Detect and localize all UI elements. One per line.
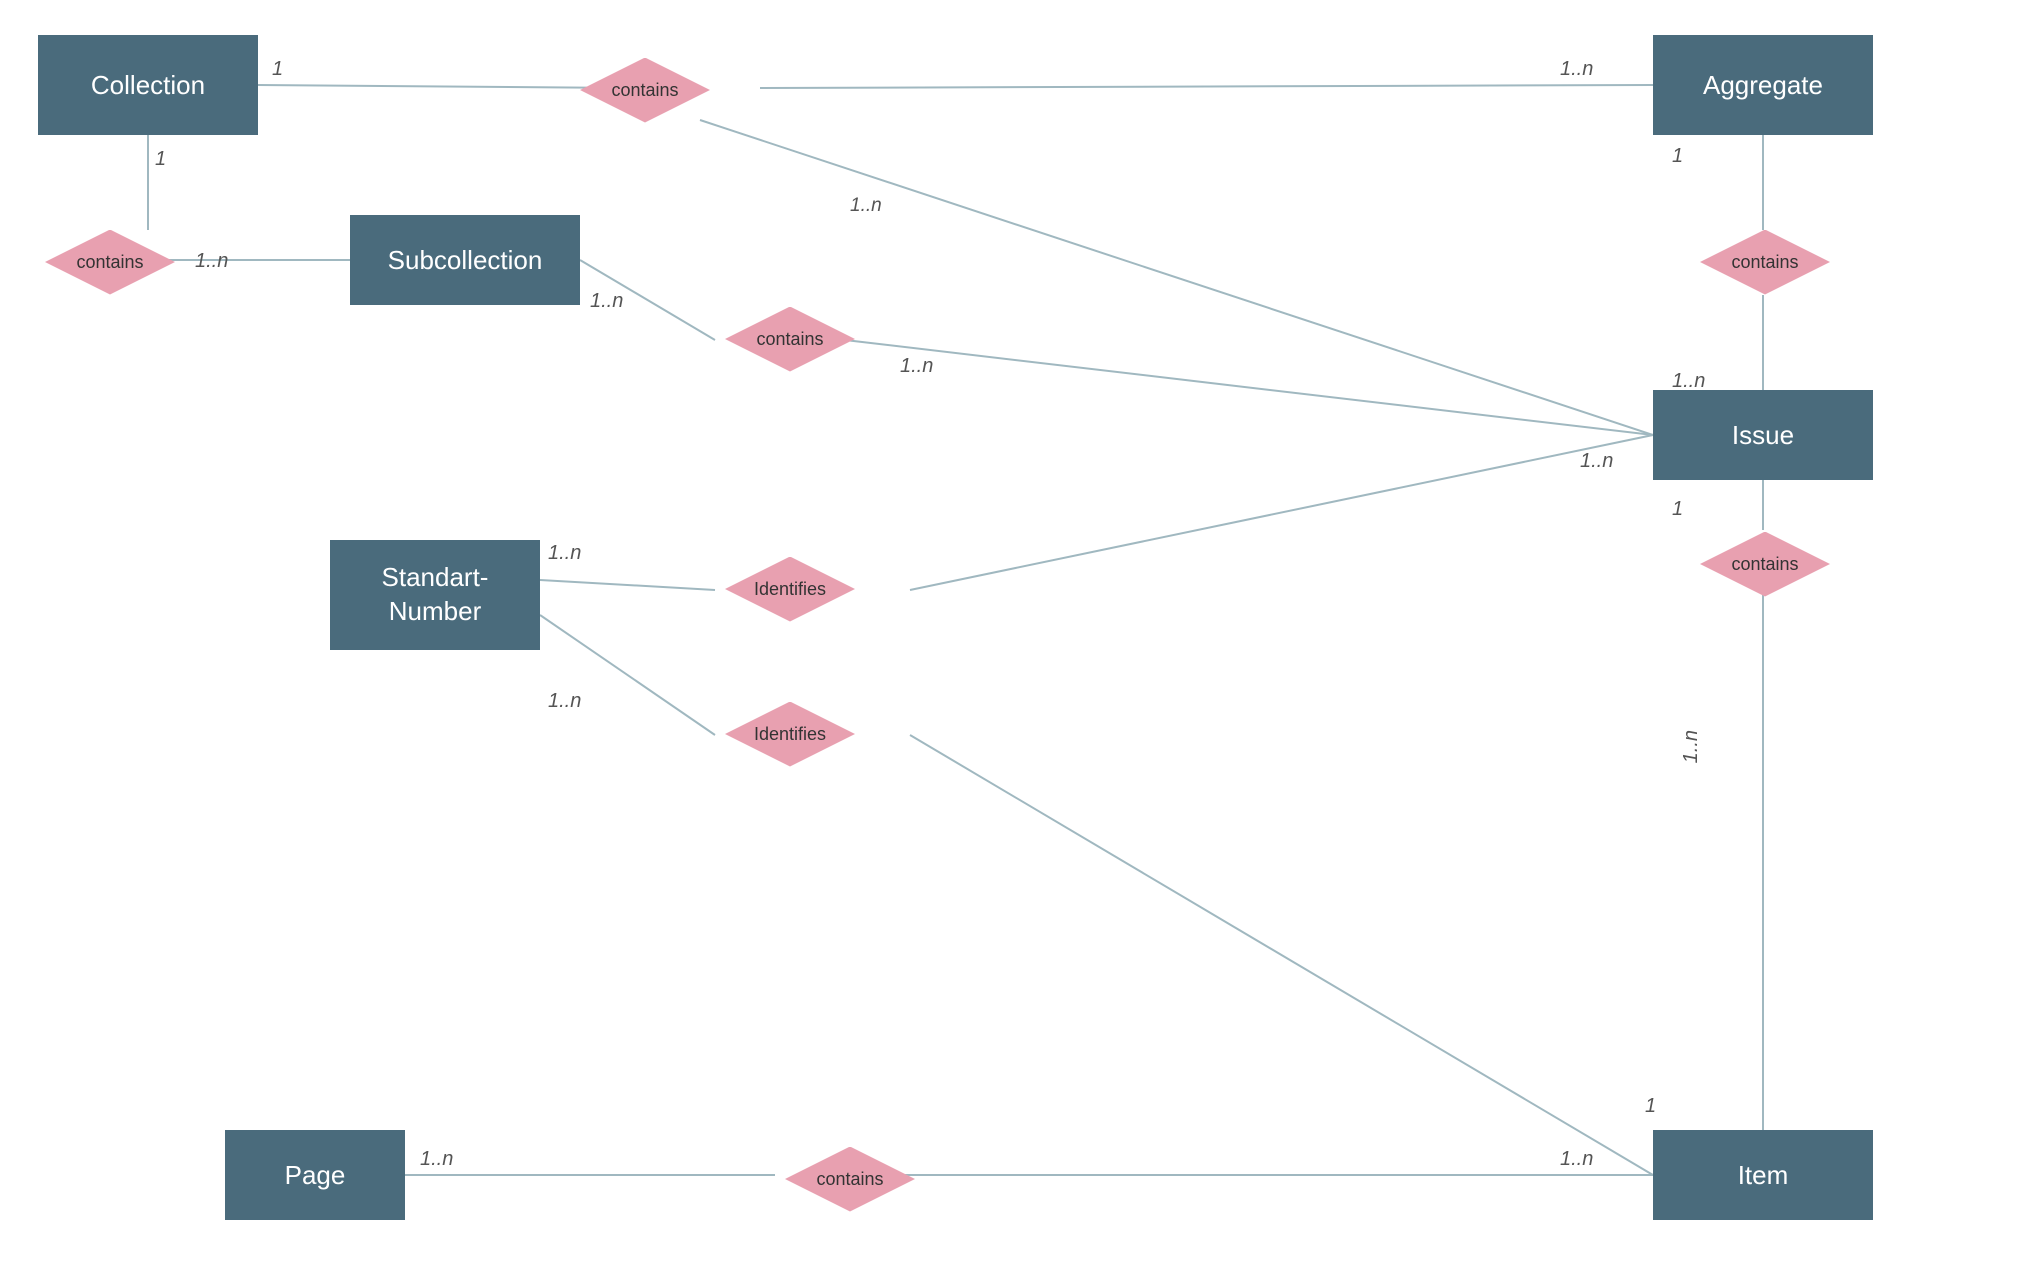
entity-subcollection-label: Subcollection	[388, 245, 543, 276]
mult-collection-contains-top-left: 1	[272, 58, 283, 81]
entity-issue: Issue	[1653, 390, 1873, 480]
entity-issue-label: Issue	[1732, 420, 1794, 451]
entity-standart-number-label: Standart- Number	[382, 561, 489, 629]
entity-subcollection: Subcollection	[350, 215, 580, 305]
diamond-contains-agg-label: contains	[1731, 252, 1798, 273]
mult-issue-contains-issue: 1	[1672, 498, 1683, 521]
entity-aggregate-label: Aggregate	[1703, 70, 1823, 101]
diamond-contains-page: contains	[775, 1145, 925, 1213]
mult-collection-contains-left-top: 1	[155, 148, 166, 171]
diamond-contains-issue-label: contains	[1731, 554, 1798, 575]
diamond-contains-page-label: contains	[816, 1169, 883, 1190]
entity-collection: Collection	[38, 35, 258, 135]
diamond-identifies-bot-label: Identifies	[754, 724, 826, 745]
mult-aggregate-contains-agg: 1	[1672, 145, 1683, 168]
entity-page-label: Page	[285, 1160, 346, 1191]
mult-contains-left-sub: 1..n	[195, 250, 228, 273]
mult-identifies-top-issue: 1..n	[1580, 450, 1613, 473]
mult-page-contains: 1..n	[420, 1148, 453, 1171]
entity-standart-number: Standart- Number	[330, 540, 540, 650]
diamond-identifies-bot: Identifies	[715, 700, 865, 768]
mult-contains-agg-issue: 1..n	[1672, 370, 1705, 393]
entity-item-label: Item	[1738, 1160, 1789, 1191]
entity-item: Item	[1653, 1130, 1873, 1220]
diamond-contains-top-label: contains	[611, 80, 678, 101]
diamond-contains-left: contains	[35, 228, 185, 296]
mult-item-top: 1	[1645, 1095, 1656, 1118]
mult-sn-identifies-bot: 1..n	[548, 690, 581, 713]
entity-aggregate: Aggregate	[1653, 35, 1873, 135]
entity-page: Page	[225, 1130, 405, 1220]
mult-contains-top-aggregate: 1..n	[1560, 58, 1593, 81]
diamond-identifies-top: Identifies	[715, 555, 865, 623]
diamond-contains-agg: contains	[1690, 228, 1840, 296]
diamond-contains-sub-label: contains	[756, 329, 823, 350]
mult-contains-top-issue: 1..n	[850, 195, 882, 217]
mult-sub-contains-sub: 1..n	[590, 290, 623, 313]
mult-sn-identifies-top: 1..n	[548, 542, 581, 565]
diamond-contains-sub: contains	[715, 305, 865, 373]
mult-contains-sub-issue: 1..n	[900, 355, 933, 378]
diamond-contains-issue: contains	[1690, 530, 1840, 598]
diagram-lines	[0, 0, 2034, 1284]
diamond-contains-left-label: contains	[76, 252, 143, 273]
mult-contains-issue-item: 1..n	[1680, 730, 1703, 763]
entity-collection-label: Collection	[91, 70, 205, 101]
diagram-container: Collection Aggregate Subcollection Issue…	[0, 0, 2034, 1284]
diamond-identifies-top-label: Identifies	[754, 579, 826, 600]
diamond-contains-top: contains	[565, 55, 725, 125]
mult-contains-page-item: 1..n	[1560, 1148, 1593, 1171]
